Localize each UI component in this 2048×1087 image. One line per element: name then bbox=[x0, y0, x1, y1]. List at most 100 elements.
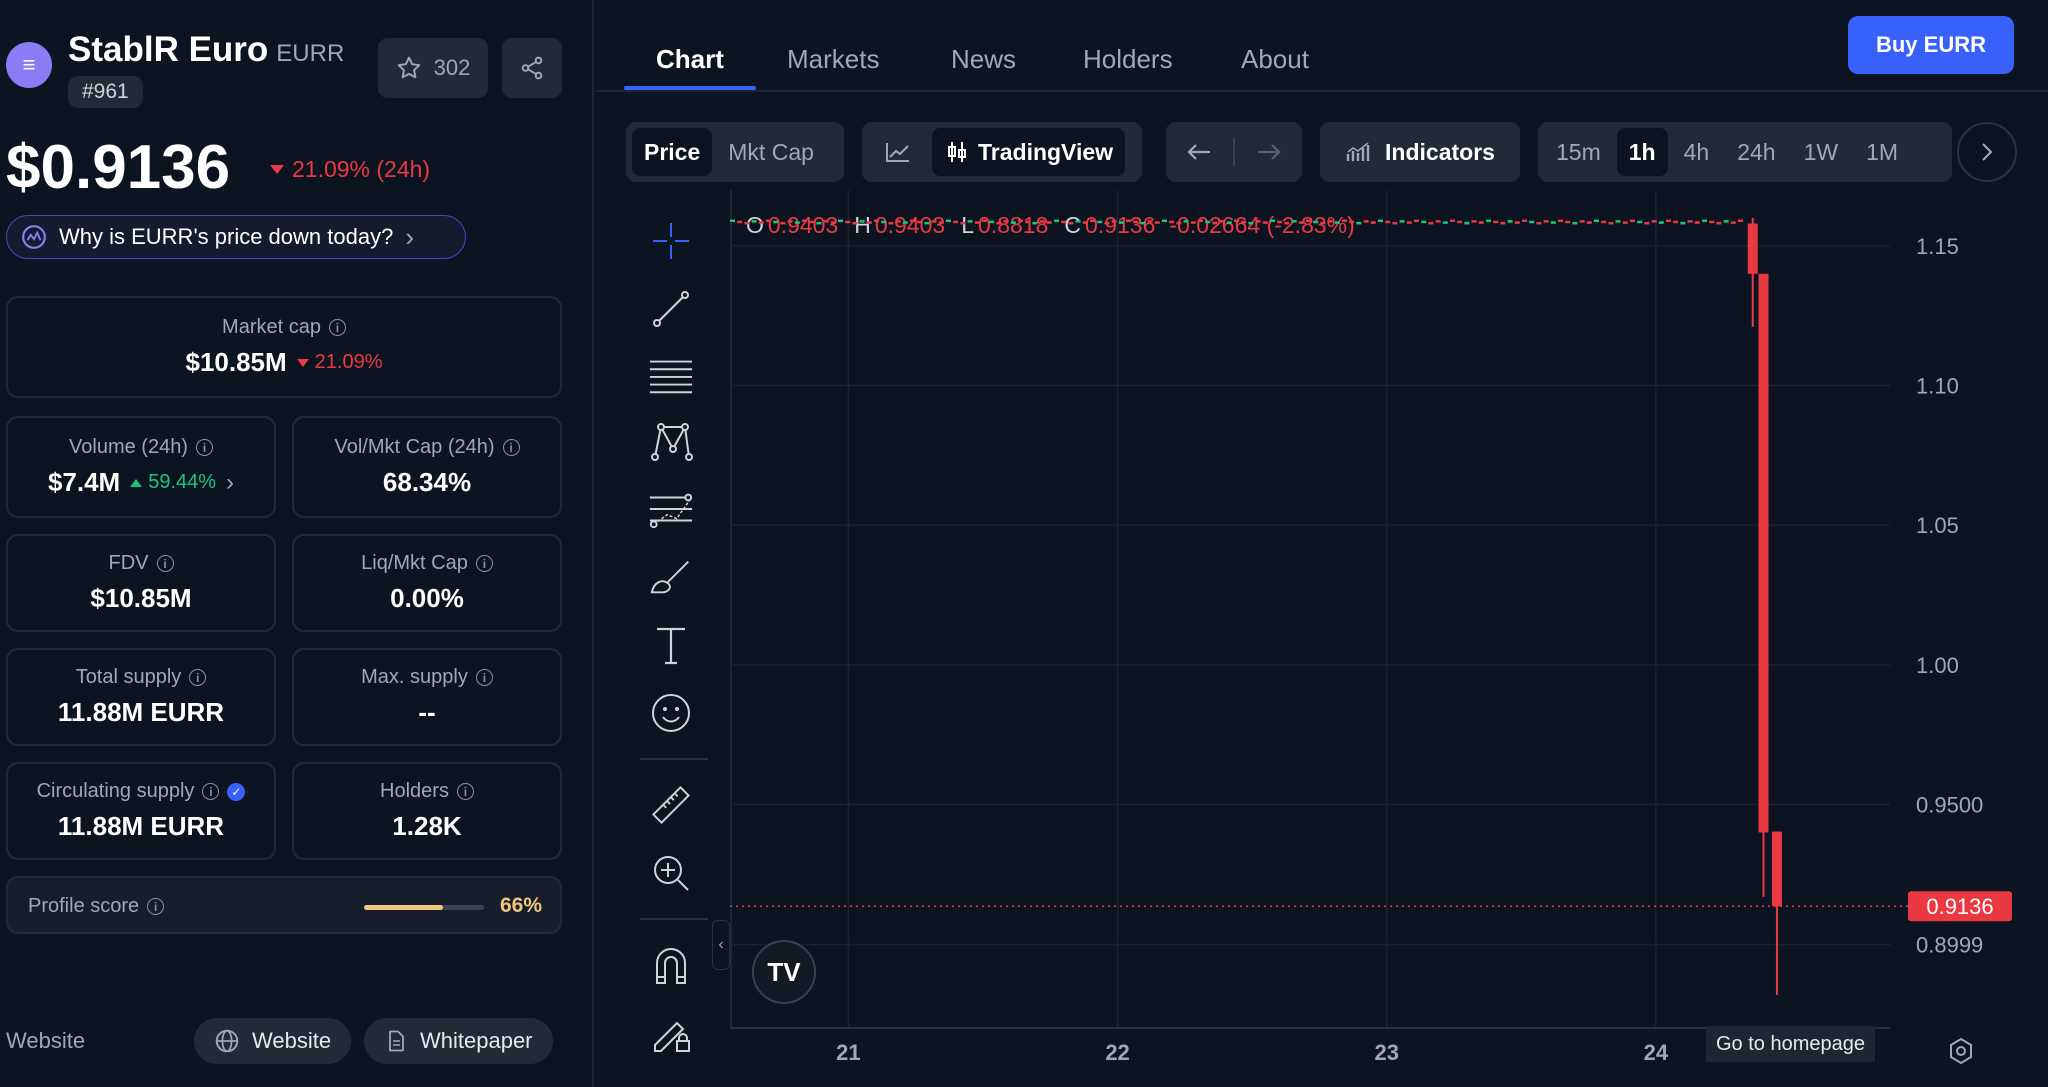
whitepaper-link-button[interactable]: Whitepaper bbox=[364, 1018, 553, 1064]
flat-candle bbox=[1075, 220, 1081, 223]
chart-settings-button[interactable] bbox=[1946, 1036, 1976, 1071]
flat-candle bbox=[1320, 221, 1326, 225]
text-tool[interactable] bbox=[648, 622, 694, 668]
line-chart-button[interactable] bbox=[868, 128, 928, 176]
interval-1h[interactable]: 1h bbox=[1616, 128, 1668, 176]
flat-candle bbox=[737, 220, 743, 224]
flat-candle bbox=[1594, 219, 1599, 223]
flat-candle bbox=[1716, 221, 1722, 225]
price-chart[interactable]: 1.15 1.10 1.05 1.00 0.9500 0.8999 21 22 23 24 0.91… bbox=[730, 190, 2030, 1087]
flat-candle bbox=[1284, 221, 1290, 225]
flat-candle bbox=[1536, 221, 1542, 225]
why-price-label: Why is EURR's price down today? bbox=[59, 224, 394, 249]
info-icon[interactable]: i bbox=[475, 669, 493, 686]
holders-label: Holders bbox=[380, 780, 449, 802]
zoom-in-icon bbox=[654, 856, 689, 891]
flat-candle bbox=[1478, 221, 1484, 224]
flat-candle bbox=[1651, 220, 1657, 223]
info-icon[interactable]: i bbox=[456, 783, 474, 800]
info-icon[interactable]: i bbox=[502, 439, 520, 456]
tab-holders[interactable]: Holders bbox=[1083, 44, 1173, 75]
links-section-label: Website bbox=[6, 1028, 86, 1053]
interval-1w[interactable]: 1W bbox=[1792, 128, 1851, 176]
lock-drawings-tool[interactable] bbox=[648, 1010, 694, 1056]
flat-candle bbox=[1010, 221, 1016, 224]
pencil-lock-icon bbox=[654, 1021, 690, 1052]
magnet-tool[interactable] bbox=[648, 942, 694, 988]
share-icon bbox=[521, 56, 543, 80]
flat-candle bbox=[1306, 219, 1311, 223]
globe-icon bbox=[215, 1029, 239, 1053]
profile-score-label: Profile score bbox=[28, 895, 140, 917]
volume-card[interactable]: Volume (24h) i $7.4M 59.44% › bbox=[6, 416, 276, 518]
flat-candle bbox=[1435, 220, 1441, 223]
x-tick-label: 22 bbox=[1105, 1040, 1129, 1065]
tradingview-logo[interactable]: TV bbox=[752, 940, 816, 1004]
flat-candle bbox=[1385, 220, 1391, 224]
website-link-button[interactable]: Website bbox=[194, 1018, 352, 1064]
redo-button[interactable] bbox=[1244, 128, 1294, 176]
indicators-icon bbox=[1346, 142, 1370, 161]
watchlist-button[interactable]: 302 bbox=[378, 38, 488, 98]
interval-1m[interactable]: 1M bbox=[1854, 128, 1910, 176]
flat-candle bbox=[1291, 220, 1297, 223]
info-icon[interactable]: i bbox=[156, 555, 174, 572]
tab-chart[interactable]: Chart bbox=[656, 44, 724, 75]
brush-tool[interactable] bbox=[648, 554, 694, 600]
interval-15m[interactable]: 15m bbox=[1544, 128, 1613, 176]
fib-retracement-tool[interactable] bbox=[648, 352, 694, 398]
emoji-tool[interactable] bbox=[648, 690, 694, 736]
indicators-button[interactable]: Indicators bbox=[1320, 122, 1520, 182]
more-intervals-button[interactable] bbox=[1957, 122, 2017, 182]
flat-candle bbox=[1586, 221, 1592, 224]
trend-line-tool[interactable] bbox=[648, 286, 694, 332]
info-icon[interactable]: i bbox=[475, 555, 493, 572]
info-icon[interactable]: i bbox=[147, 898, 165, 915]
info-icon[interactable]: i bbox=[202, 783, 220, 800]
flat-candle bbox=[1507, 220, 1513, 223]
flat-candle bbox=[1615, 220, 1621, 223]
flat-candle bbox=[1334, 221, 1340, 224]
tradingview-button[interactable]: TradingView bbox=[932, 128, 1126, 176]
flat-candle bbox=[866, 221, 872, 224]
pattern-tool[interactable] bbox=[648, 418, 694, 464]
measure-tool[interactable] bbox=[648, 782, 694, 828]
buy-button[interactable]: Buy EURR bbox=[1848, 16, 2014, 74]
forecast-icon bbox=[649, 493, 693, 529]
price-toggle-button[interactable]: Price bbox=[632, 128, 713, 176]
flat-candle bbox=[1162, 219, 1167, 223]
tab-news[interactable]: News bbox=[951, 44, 1016, 75]
mkt-cap-toggle-button[interactable]: Mkt Cap bbox=[716, 128, 826, 176]
crosshair-tool[interactable] bbox=[648, 218, 694, 264]
rank-badge: #961 bbox=[68, 76, 143, 108]
circulating-supply-card: Circulating supply i ✓ 11.88M EURR bbox=[6, 762, 276, 860]
total-supply-value: 11.88M EURR bbox=[57, 697, 225, 727]
flat-candle bbox=[1486, 219, 1491, 223]
flat-candle bbox=[1399, 220, 1405, 223]
info-icon[interactable]: i bbox=[195, 439, 213, 456]
share-button[interactable] bbox=[502, 38, 562, 98]
info-icon[interactable]: i bbox=[328, 319, 346, 336]
tab-markets[interactable]: Markets bbox=[787, 44, 879, 75]
gear-icon bbox=[1950, 1037, 1972, 1065]
flat-candle bbox=[1558, 219, 1563, 223]
zoom-tool[interactable] bbox=[648, 850, 694, 896]
interval-24h[interactable]: 24h bbox=[1725, 128, 1787, 176]
flat-candle bbox=[1493, 220, 1499, 224]
why-price-down-button[interactable]: Why is EURR's price down today? › bbox=[6, 215, 466, 259]
flat-candle bbox=[1241, 220, 1247, 224]
tradingview-label: TradingView bbox=[978, 138, 1114, 165]
forecast-tool[interactable] bbox=[648, 486, 694, 532]
interval-4h[interactable]: 4h bbox=[1672, 128, 1722, 176]
flat-candle bbox=[1687, 220, 1693, 223]
collapse-toolbar-button[interactable]: ‹ bbox=[712, 920, 730, 970]
flat-candle bbox=[1219, 220, 1225, 223]
undo-button[interactable] bbox=[1174, 128, 1224, 176]
profile-score-row[interactable]: Profile score i 66% bbox=[6, 876, 562, 934]
flat-candle bbox=[838, 219, 843, 223]
flat-candle bbox=[982, 219, 987, 223]
flat-candle bbox=[1464, 221, 1470, 225]
vol-mkt-cap-card: Vol/Mkt Cap (24h) i 68.34% bbox=[292, 416, 562, 518]
info-icon[interactable]: i bbox=[189, 669, 207, 686]
tab-about[interactable]: About bbox=[1241, 44, 1309, 75]
